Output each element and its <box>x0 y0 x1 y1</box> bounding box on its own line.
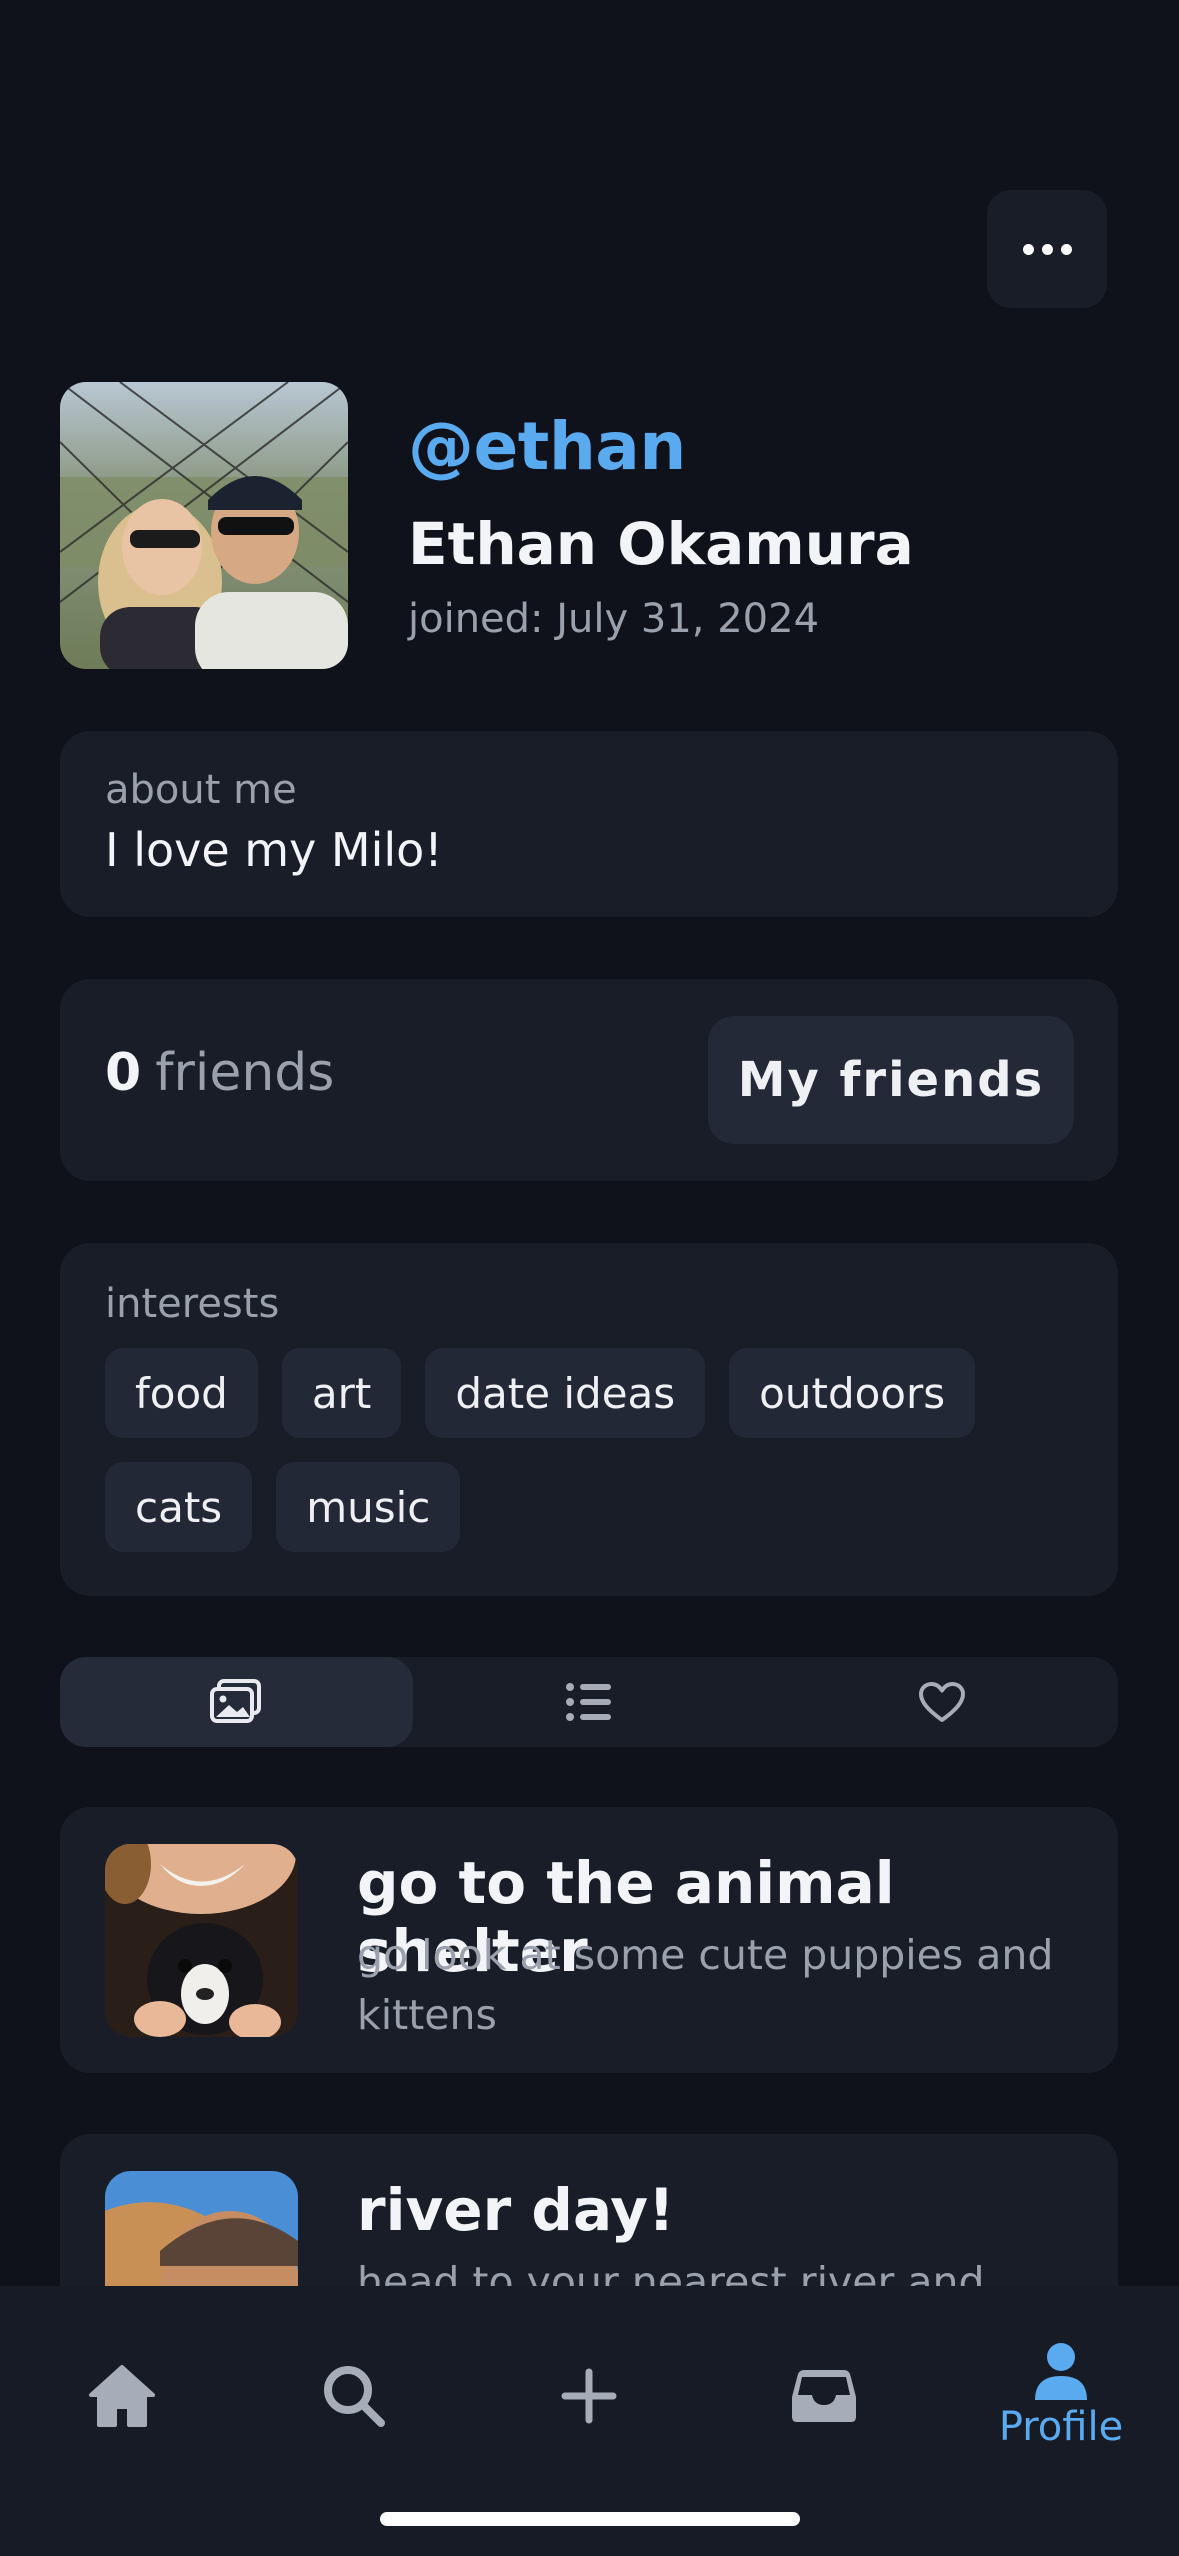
friends-count: 0 friends <box>105 1043 334 1103</box>
about-card: about me I love my Milo! <box>60 731 1118 917</box>
nav-profile[interactable]: Profile <box>981 2326 1141 2466</box>
avatar[interactable] <box>60 382 348 669</box>
list-icon <box>566 1683 611 1721</box>
avatar-photo <box>60 382 348 669</box>
puppy-photo <box>105 1844 298 2037</box>
friends-card: 0 friends My friends <box>60 979 1118 1181</box>
search-icon <box>324 2366 385 2427</box>
post-thumbnail <box>105 1844 298 2037</box>
interest-chips: food art date ideas outdoors cats music <box>105 1348 1085 1552</box>
more-icon-dot <box>1060 243 1072 255</box>
tab-photos[interactable] <box>60 1657 413 1747</box>
photos-icon <box>210 1679 262 1723</box>
more-options-button[interactable] <box>987 190 1107 308</box>
interest-chip[interactable]: outdoors <box>729 1348 976 1438</box>
username-handle: @ethan <box>408 408 686 485</box>
nav-profile-label: Profile <box>998 2404 1124 2450</box>
interest-chip[interactable]: date ideas <box>425 1348 706 1438</box>
post-item[interactable]: go to the animal shelter go look at some… <box>60 1807 1118 2073</box>
content-tabs <box>60 1657 1118 1747</box>
tab-list[interactable] <box>413 1657 766 1747</box>
interest-chip[interactable]: food <box>105 1348 258 1438</box>
home-icon <box>89 2365 155 2427</box>
profile-screen: @ethan Ethan Okamura joined: July 31, 20… <box>0 0 1179 2556</box>
interest-chip[interactable]: music <box>276 1462 461 1552</box>
profile-icon <box>1035 2343 1087 2400</box>
interest-chip[interactable]: art <box>281 1348 402 1438</box>
nav-home[interactable] <box>42 2326 202 2466</box>
post-title: river day! <box>357 2176 675 2244</box>
more-icon <box>1022 243 1034 255</box>
friends-label: friends <box>155 1043 335 1103</box>
my-friends-button[interactable]: My friends <box>708 1016 1074 1144</box>
nav-inbox[interactable] <box>744 2326 904 2466</box>
interests-card: interests food art date ideas outdoors c… <box>60 1243 1118 1596</box>
plus-icon <box>561 2368 617 2424</box>
more-icon-dot <box>1041 243 1053 255</box>
tab-favorites[interactable] <box>765 1657 1118 1747</box>
post-description: go look at some cute puppies and kittens <box>357 1931 1054 2039</box>
nav-create[interactable] <box>509 2326 669 2466</box>
full-name: Ethan Okamura <box>408 510 914 578</box>
joined-date: joined: July 31, 2024 <box>408 596 820 642</box>
home-indicator <box>380 2512 800 2526</box>
interests-label: interests <box>105 1281 280 1327</box>
heart-icon <box>918 1682 965 1722</box>
about-text: I love my Milo! <box>105 823 443 877</box>
interest-chip[interactable]: cats <box>105 1462 253 1552</box>
friends-number: 0 <box>105 1043 142 1103</box>
about-label: about me <box>105 767 297 813</box>
nav-search[interactable] <box>274 2326 434 2466</box>
inbox-icon <box>792 2370 856 2422</box>
